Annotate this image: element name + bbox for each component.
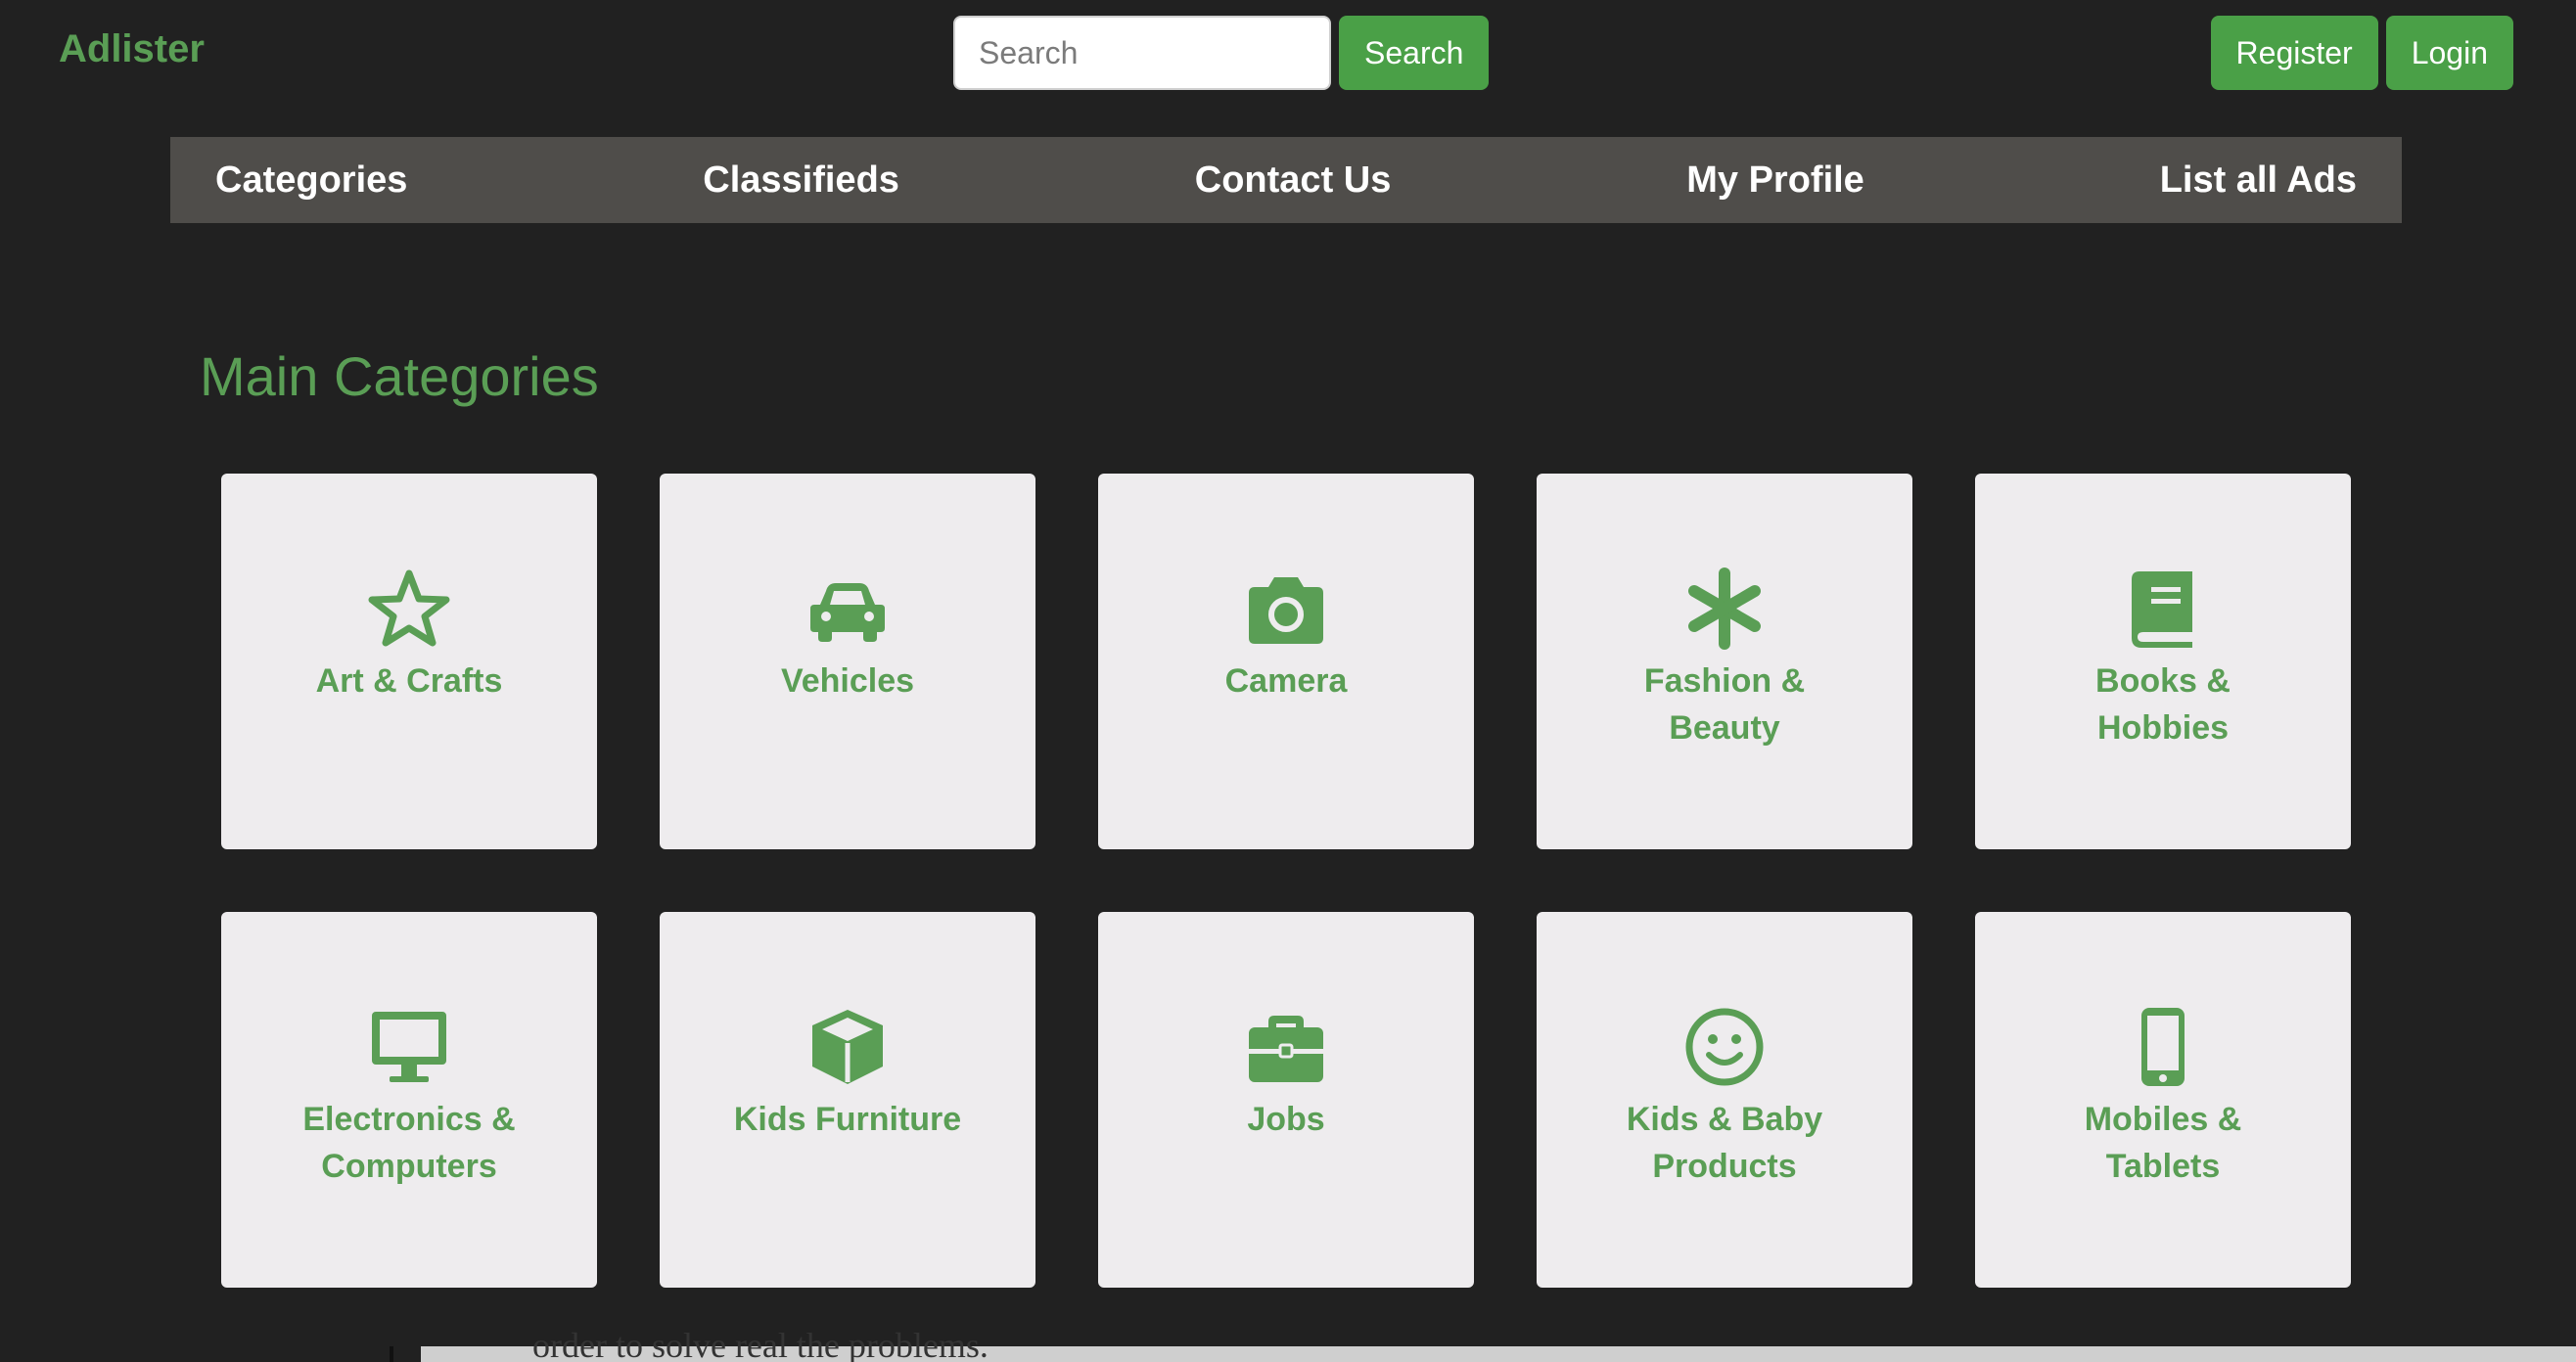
category-card-camera[interactable]: Camera — [1098, 474, 1474, 849]
desktop-icon — [368, 1006, 450, 1088]
brand-logo[interactable]: Adlister — [59, 27, 205, 71]
category-card-kids-baby-products[interactable]: Kids & Baby Products — [1537, 912, 1912, 1288]
nav-list-all-ads[interactable]: List all Ads — [2160, 159, 2357, 202]
search-input[interactable] — [953, 16, 1331, 90]
register-button[interactable]: Register — [2210, 16, 2378, 90]
category-label: Kids Furniture — [733, 1101, 962, 1138]
category-card-fashion-beauty[interactable]: Fashion & Beauty — [1537, 474, 1912, 849]
login-button[interactable]: Login — [2385, 16, 2513, 90]
category-card-mobiles-tablets[interactable]: Mobiles & Tablets — [1975, 912, 2351, 1288]
camera-icon — [1245, 568, 1327, 650]
category-card-kids-furniture[interactable]: Kids Furniture — [660, 912, 1035, 1288]
category-label: Art & Crafts — [315, 662, 503, 700]
star-icon — [368, 568, 450, 650]
category-label: Jobs — [1247, 1101, 1325, 1138]
category-label: Kids & Baby Products — [1626, 1101, 1823, 1185]
mobile-icon — [2122, 1006, 2204, 1088]
category-label: Camera — [1224, 662, 1348, 700]
category-card-art-crafts[interactable]: Art & Crafts — [221, 474, 597, 849]
search-form: Search — [953, 16, 1490, 90]
sidebar-edge — [390, 1346, 393, 1362]
briefcase-icon — [1245, 1006, 1327, 1088]
nav-categories[interactable]: Categories — [215, 159, 407, 202]
section-title: Main Categories — [200, 345, 599, 407]
category-card-electronics-computers[interactable]: Electronics & Computers — [221, 912, 597, 1288]
car-icon — [806, 568, 889, 650]
category-grid: Art & Crafts Vehicles Camera Fashion & B… — [221, 474, 2351, 1288]
category-card-vehicles[interactable]: Vehicles — [660, 474, 1035, 849]
nav-contact-us[interactable]: Contact Us — [1195, 159, 1392, 202]
cube-icon — [806, 1006, 889, 1088]
nav-classifieds[interactable]: Classifieds — [703, 159, 899, 202]
asterisk-icon — [1683, 568, 1766, 650]
category-label: Books & Hobbies — [2095, 662, 2231, 747]
search-button[interactable]: Search — [1339, 16, 1490, 90]
smile-icon — [1683, 1006, 1766, 1088]
category-card-jobs[interactable]: Jobs — [1098, 912, 1474, 1288]
category-label: Mobiles & Tablets — [2084, 1101, 2242, 1185]
category-label: Vehicles — [780, 662, 915, 700]
category-label: Fashion & Beauty — [1643, 662, 1806, 747]
main-nav: Categories Classifieds Contact Us My Pro… — [170, 137, 2402, 223]
partial-body-text: order to solve real the problems. — [532, 1326, 989, 1362]
nav-my-profile[interactable]: My Profile — [1686, 159, 1864, 202]
book-icon — [2122, 568, 2204, 650]
auth-buttons: Register Login — [2210, 16, 2513, 90]
category-label: Electronics & Computers — [302, 1101, 516, 1185]
category-card-books-hobbies[interactable]: Books & Hobbies — [1975, 474, 2351, 849]
